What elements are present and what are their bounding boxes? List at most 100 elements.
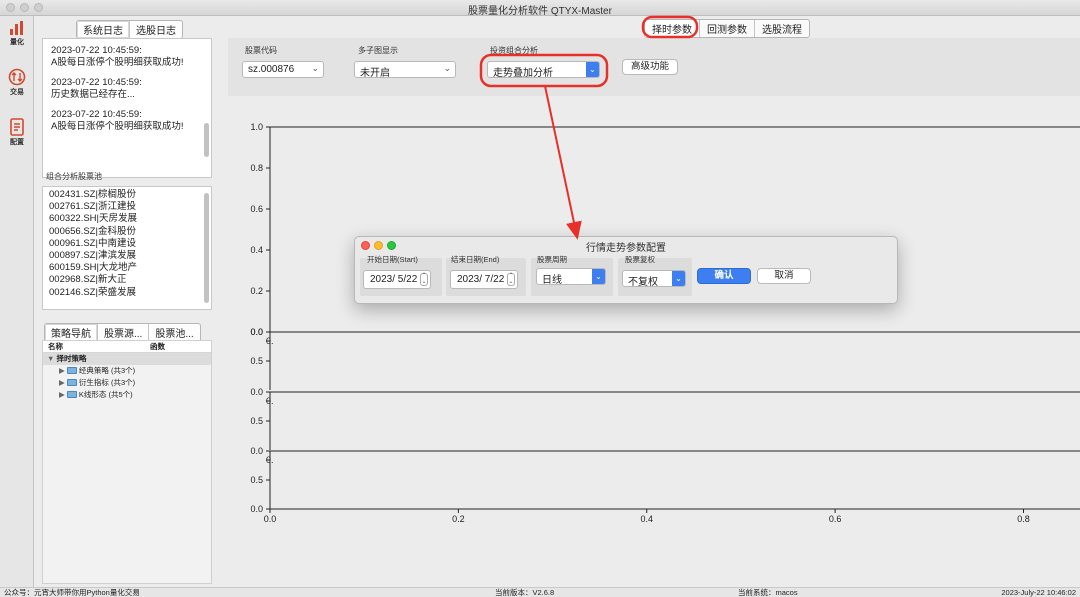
x-tick-label: 0.6 xyxy=(829,514,842,524)
rail-config-button[interactable]: 配置 xyxy=(2,118,32,158)
config-dialog: 行情走势参数配置 开始日期(Start) 2023/ 5/22 ⌃ ⌄ 结束日期(… xyxy=(354,236,898,304)
tree-child-label: K线形态 (共5个) xyxy=(78,390,133,399)
adjust-label: 股票复权 xyxy=(625,255,655,264)
adjust-select[interactable]: 不复权 ⌄ xyxy=(622,270,686,288)
disclosure-right-icon[interactable]: ▶ xyxy=(59,366,65,375)
portfolio-select[interactable]: 走势叠加分析 ⌄ xyxy=(487,61,600,79)
tree-column-name[interactable]: 名称 xyxy=(43,341,145,352)
period-select[interactable]: 日线 ⌄ xyxy=(536,268,606,286)
subplot-y-tick-label: 0. xyxy=(266,455,274,465)
folder-icon xyxy=(66,367,77,374)
title-bar: 股票量化分析软件 QTYX-Master xyxy=(0,0,1080,17)
period-value: 日线 xyxy=(542,275,562,286)
chevron-down-icon: ⌄ xyxy=(672,271,685,286)
chevron-down-icon: ⌄ xyxy=(311,63,319,73)
status-version: 当前版本：V2.6.8 xyxy=(495,588,555,597)
pool-label: 组合分析股票池 xyxy=(46,172,102,181)
stock-code-value: sz.000876 xyxy=(248,64,295,75)
stepper-icon[interactable]: ⌃ ⌄ xyxy=(507,273,515,286)
subplot-y-tick-label: 0.5 xyxy=(250,475,263,485)
tree-child-row[interactable]: ▶ K线形态 (共5个) xyxy=(43,389,211,401)
folder-icon xyxy=(66,391,77,398)
start-date-field[interactable]: 2023/ 5/22 ⌃ ⌄ xyxy=(363,270,431,289)
log-tabs: 系统日志 选股日志 xyxy=(76,20,183,39)
rail-trade-button[interactable]: 交易 xyxy=(2,68,32,108)
y-tick-label: 0.8 xyxy=(250,163,263,173)
x-tick-label: 0.8 xyxy=(1017,514,1030,524)
pool-item[interactable]: 002431.SZ|棕榈股份 xyxy=(49,189,205,201)
chevron-down-icon: ⌄ xyxy=(443,63,451,73)
tab-selection-flow[interactable]: 选股流程 xyxy=(755,20,809,37)
pool-item[interactable]: 000656.SZ|金科股份 xyxy=(49,226,205,238)
disclosure-right-icon[interactable]: ▶ xyxy=(59,378,65,387)
chart-axes: 1.00.80.60.40.20.00.00.0.50.00.0.50.00.0… xyxy=(250,122,1080,524)
log-message: A股每日涨停个股明细获取成功! xyxy=(51,57,184,68)
cancel-button[interactable]: 取消 xyxy=(757,268,811,284)
log-list: 2023-07-22 10:45:59: A股每日涨停个股明细获取成功! 202… xyxy=(42,38,212,178)
subplot-y-tick-label: 0.5 xyxy=(250,356,263,366)
period-label: 股票周期 xyxy=(537,255,567,264)
status-left: 公众号：元宵大师带你用Python量化交易 xyxy=(4,588,140,597)
confirm-button[interactable]: 确认 xyxy=(697,268,751,284)
multi-chart-label: 多子图显示 xyxy=(358,46,398,55)
start-date-label: 开始日期(Start) xyxy=(367,255,418,264)
log-entry: 2023-07-22 10:45:59: 历史数据已经存在... xyxy=(51,77,203,101)
strategy-tree: 名称 函数 ▼ 择时策略 ▶ 经典策略 (共3个) ▶ 衍生指标 (共3个) ▶… xyxy=(42,340,212,584)
param-bar: 股票代码 sz.000876 ⌄ 多子图显示 未开启 ⌄ 投资组合分析 走势叠加… xyxy=(228,38,1080,96)
log-time: 2023-07-22 10:45:59: xyxy=(51,45,142,56)
stepper-icon[interactable]: ⌃ ⌄ xyxy=(420,273,428,286)
subplot-y-tick-label: 0.5 xyxy=(250,416,263,426)
window-title: 股票量化分析软件 QTYX-Master xyxy=(468,6,612,17)
rail-config-label: 配置 xyxy=(10,139,24,146)
pool-item[interactable]: 002146.SZ|荣盛发展 xyxy=(49,287,205,299)
tab-backtest-params[interactable]: 回测参数 xyxy=(700,20,755,37)
tab-strategy-nav[interactable]: 策略导航 xyxy=(45,324,98,341)
adjust-value: 不复权 xyxy=(628,277,658,288)
log-message: 历史数据已经存在... xyxy=(51,89,135,100)
tab-system-log[interactable]: 系统日志 xyxy=(77,21,130,38)
tree-child-row[interactable]: ▶ 经典策略 (共3个) xyxy=(43,365,211,377)
subplot-y-tick-label: 0.0 xyxy=(250,387,263,397)
pool-item[interactable]: 002761.SZ|浙江建投 xyxy=(49,201,205,213)
log-message: A股每日涨停个股明细获取成功! xyxy=(51,121,184,132)
nav-rail: 量化 交易 配置 xyxy=(0,16,34,587)
log-scrollbar[interactable] xyxy=(204,123,209,157)
multi-chart-select[interactable]: 未开启 ⌄ xyxy=(354,61,456,79)
pool-scrollbar[interactable] xyxy=(204,193,209,303)
subplot-y-tick-label: 0.0 xyxy=(250,504,263,514)
pool-item[interactable]: 002968.SZ|新大正 xyxy=(49,274,205,286)
tree-column-function[interactable]: 函数 xyxy=(145,341,165,352)
status-bar: 公众号：元宵大师带你用Python量化交易 当前版本：V2.6.8 当前系统：m… xyxy=(0,587,1080,597)
chevron-down-icon: ⌄ xyxy=(586,62,599,77)
x-tick-label: 0.4 xyxy=(640,514,653,524)
multi-chart-value: 未开启 xyxy=(360,68,390,79)
x-tick-label: 0.0 xyxy=(264,514,277,524)
tab-timing-params[interactable]: 择时参数 xyxy=(645,20,700,37)
dialog-title: 行情走势参数配置 xyxy=(586,243,666,254)
end-date-field[interactable]: 2023/ 7/22 ⌃ ⌄ xyxy=(450,270,518,289)
end-date-value: 2023/ 7/22 xyxy=(457,274,505,285)
trade-arrows-icon xyxy=(8,68,26,86)
y-tick-label: 0.2 xyxy=(250,286,263,296)
x-tick-label: 0.2 xyxy=(452,514,465,524)
tab-selection-log[interactable]: 选股日志 xyxy=(130,21,182,38)
tree-root-row[interactable]: ▼ 择时策略 xyxy=(43,353,211,365)
pool-item[interactable]: 600322.SH|天房发展 xyxy=(49,213,205,225)
start-date-value: 2023/ 5/22 xyxy=(370,274,418,285)
disclosure-right-icon[interactable]: ▶ xyxy=(59,390,65,399)
stock-code-select[interactable]: sz.000876 ⌄ xyxy=(242,61,324,78)
stock-pool-list: 002431.SZ|棕榈股份 002761.SZ|浙江建投 600322.SH|… xyxy=(42,186,212,310)
tab-stock-pool[interactable]: 股票池... xyxy=(149,324,199,341)
disclosure-down-icon[interactable]: ▼ xyxy=(47,354,54,363)
pool-item[interactable]: 000897.SZ|津滨发展 xyxy=(49,250,205,262)
pool-item[interactable]: 600159.SH|大龙地产 xyxy=(49,262,205,274)
y-tick-label: 0.6 xyxy=(250,204,263,214)
tree-child-row[interactable]: ▶ 衍生指标 (共3个) xyxy=(43,377,211,389)
log-time: 2023-07-22 10:45:59: xyxy=(51,77,142,88)
chevron-down-icon: ⌄ xyxy=(592,269,605,284)
advanced-button[interactable]: 高级功能 xyxy=(622,59,678,75)
rail-quant-button[interactable]: 量化 xyxy=(2,20,32,60)
tab-stock-source[interactable]: 股票源... xyxy=(98,324,150,341)
pool-item[interactable]: 000961.SZ|中南建设 xyxy=(49,238,205,250)
subplot-y-tick-label: 0. xyxy=(266,336,274,346)
